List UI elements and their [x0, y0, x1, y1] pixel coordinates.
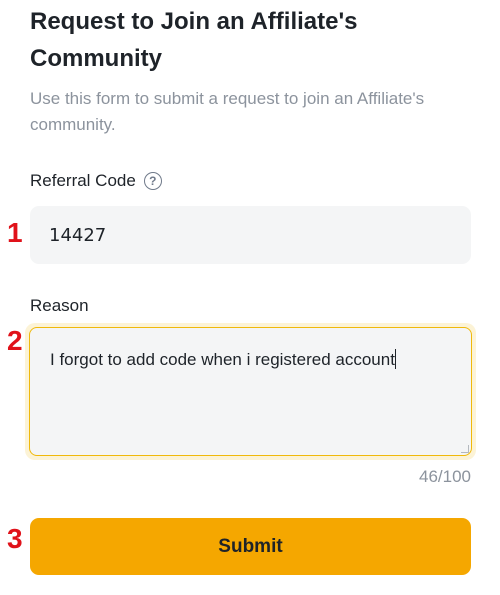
character-counter: 46/100 — [419, 467, 471, 486]
step-marker-3: 3 — [7, 523, 23, 554]
referral-code-label-text: Referral Code — [30, 171, 136, 190]
referral-code-label: Referral Code ? — [30, 170, 162, 192]
submit-button[interactable]: Submit — [30, 518, 471, 575]
referral-code-input[interactable]: 14427 — [30, 206, 471, 264]
resize-handle-icon[interactable] — [461, 445, 469, 453]
reason-textarea[interactable]: I forgot to add code when i registered a… — [29, 327, 472, 456]
page-subtitle: Use this form to submit a request to joi… — [30, 89, 425, 134]
reason-field-focus-ring: I forgot to add code when i registered a… — [25, 323, 476, 460]
reason-label: Reason — [30, 296, 89, 315]
step-marker-2: 2 — [7, 325, 23, 356]
step-marker-1: 1 — [7, 217, 23, 248]
question-circle-icon[interactable]: ? — [143, 172, 162, 190]
reason-textarea-value: I forgot to add code when i registered a… — [50, 350, 395, 369]
page-title: Request to Join an Affiliate's Community — [30, 8, 358, 72]
